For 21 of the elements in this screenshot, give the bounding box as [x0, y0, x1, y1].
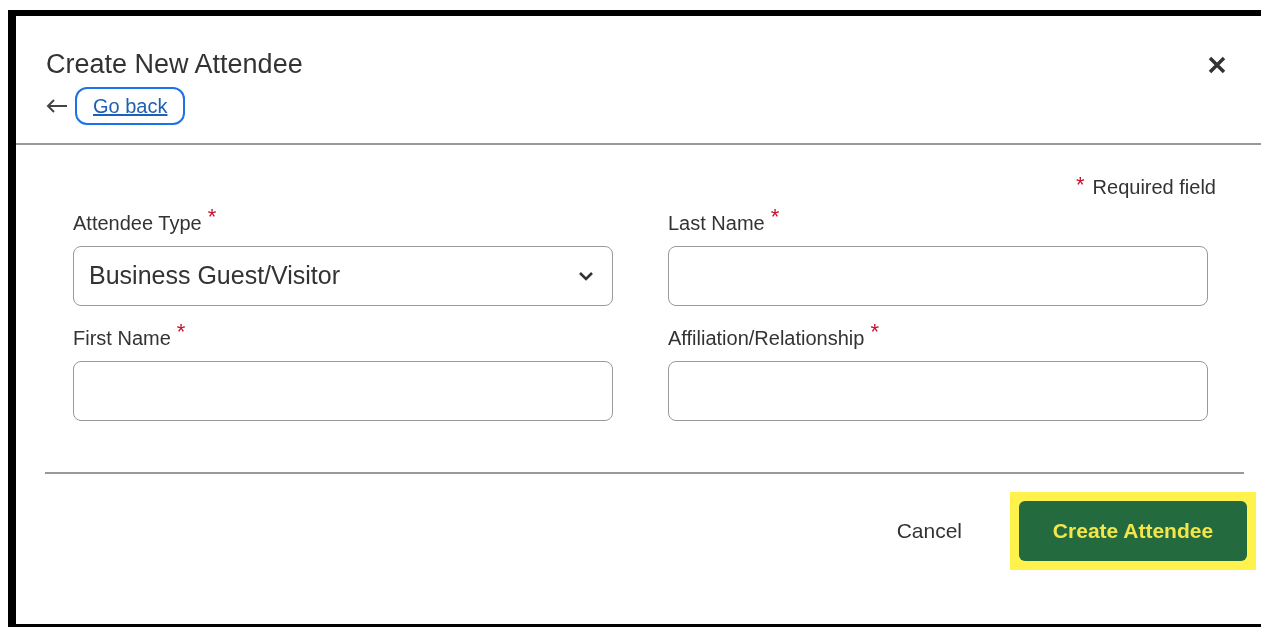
required-asterisk: *: [207, 207, 217, 227]
text-input-field[interactable]: [668, 246, 1208, 306]
text-input-field[interactable]: [73, 361, 613, 421]
back-arrow-icon: [46, 99, 68, 113]
dialog-title: Create New Attendee: [46, 48, 303, 81]
field-label: First Name: [73, 326, 171, 350]
required-asterisk: *: [870, 322, 879, 342]
field-label: Attendee Type: [73, 211, 202, 235]
attendee-type-dropdown[interactable]: Business Guest/Visitor: [73, 246, 613, 306]
required-asterisk: *: [770, 207, 780, 227]
create-attendee-button[interactable]: Create Attendee: [1019, 501, 1247, 561]
close-icon[interactable]: [1207, 55, 1227, 75]
go-back-link[interactable]: Go back: [75, 87, 186, 125]
required-asterisk: *: [176, 322, 186, 342]
field-label: Last Name: [668, 211, 765, 235]
text-input-field[interactable]: [668, 361, 1208, 421]
chevron-down-icon: [578, 271, 594, 281]
cancel-button[interactable]: Cancel: [892, 501, 966, 561]
required-field-note: Required field: [1092, 175, 1216, 199]
required-asterisk: *: [1076, 175, 1085, 195]
field-label: Affiliation/Relationship: [668, 326, 865, 350]
